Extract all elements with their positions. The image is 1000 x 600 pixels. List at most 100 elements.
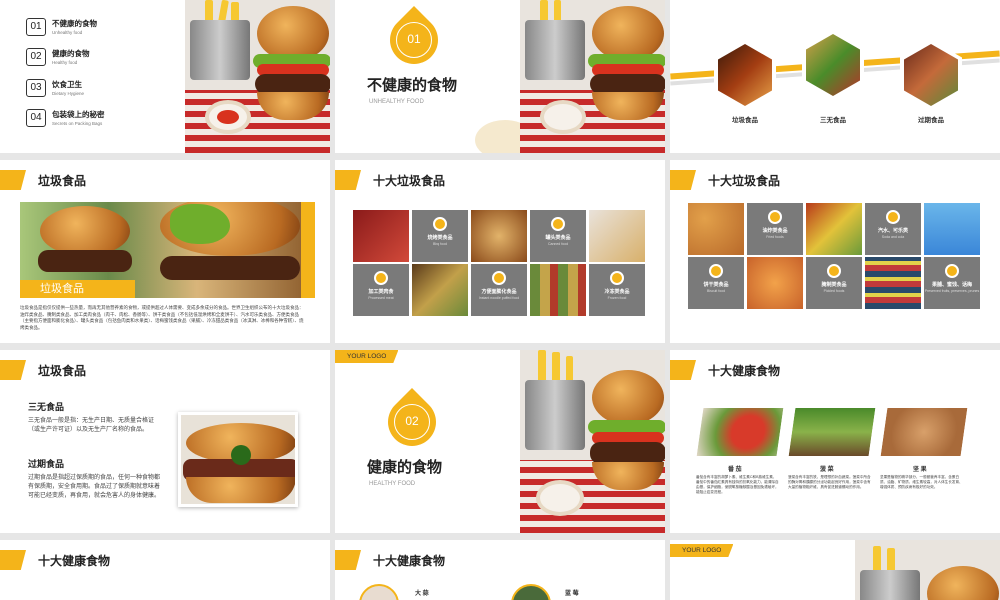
tile-subtitle: Bbq food <box>432 242 447 246</box>
photo-cell <box>924 203 980 255</box>
title-tag <box>0 360 26 380</box>
title-tag <box>670 170 696 190</box>
photo-cell <box>353 210 409 262</box>
slide-5-top-ten-junk[interactable]: 十大垃圾食品 烧烤类食品 Bbq food 罐头类食品 Canned food 加工… <box>335 160 665 343</box>
slide-6-top-ten-junk[interactable]: 十大垃圾食品 油炸类食品 Fried foods 汽水、可乐类 Soda and c… <box>670 160 1000 343</box>
food-desc: 番茄含有丰富的胡萝卜素、维生素C和B族维生素，番茄中的番茄红素具有独特的抗氧化能… <box>696 475 779 494</box>
slide-8-section-healthy[interactable]: YOUR LOGO 02 健康的食物 HEALTHY FOOD <box>335 350 665 533</box>
slide-title: 十大健康食物 <box>38 553 111 568</box>
food-name: 蓝 莓 <box>565 591 579 597</box>
slide-title-row: 十大垃圾食品 <box>335 170 445 190</box>
slide-title-row: 垃圾食品 <box>0 360 86 380</box>
slide-title: 垃圾食品 <box>38 173 87 188</box>
toc-item-2: 02 健康的食物 Healthy food <box>26 48 90 66</box>
tile-biscuit: 饼干类食品 Biscuit food <box>688 257 744 309</box>
tile-title: 冷冻类食品 <box>604 289 630 295</box>
photo-cell <box>865 257 921 309</box>
body-text: 三无食品一般是指：无生产日期、无质量合格证（或生产许可证）以及无生产厂名称的食品… <box>28 418 155 433</box>
toc-title: 不健康的食物 <box>52 19 97 28</box>
photo-cell <box>747 257 803 309</box>
toc-subtitle: Secrets on Packing Bags <box>52 121 103 126</box>
tile-icon <box>709 264 723 278</box>
toc-item-3: 03 饮食卫生 Dietary Hygiene <box>26 79 84 97</box>
slide-12-cover[interactable]: YOUR LOGO <box>670 540 1000 600</box>
tile-canned: 罐头类食品 Canned food <box>530 210 586 262</box>
toc-number: 01 <box>26 18 46 36</box>
tile-title: 腌制类食品 <box>821 282 847 288</box>
photo-blueberry <box>511 584 551 600</box>
subheading: 三无食品 <box>28 402 65 412</box>
slide-10-top-ten-healthy[interactable]: 十大健康食物 <box>0 540 330 600</box>
hex-caption: 垃圾食品 <box>732 117 758 124</box>
tile-icon <box>492 271 506 285</box>
burger-photo <box>520 0 665 153</box>
food-name: 坚 果 <box>913 467 927 473</box>
photo-cell <box>530 264 586 316</box>
tile-subtitle: Pickled foods <box>823 289 845 293</box>
toc-number: 03 <box>26 79 46 97</box>
slide-title: 十大垃圾食品 <box>708 173 781 188</box>
tile-title: 烧烤类食品 <box>427 235 453 241</box>
tile-icon <box>886 210 900 224</box>
toc-item-1: 01 不健康的食物 Unhealthy food <box>26 18 97 36</box>
tile-instant-noodle: 方便面膨化食品 Instant noodle puffed food <box>471 264 527 316</box>
tile-subtitle: Canned food <box>547 242 569 246</box>
toc-number: 02 <box>26 48 46 66</box>
tile-subtitle: Biscuit food <box>706 289 726 293</box>
slide-11-top-ten-healthy[interactable]: 十大健康食物 大 蒜 蓝 莓 <box>335 540 665 600</box>
slide-title: 十大垃圾食品 <box>373 173 446 188</box>
body-text: 垃圾食品是指仅仅提供一些热量，而再无其他营养素的食物，或提供超过人体需要、变成多… <box>20 305 304 330</box>
logo-tag: YOUR LOGO <box>670 544 734 557</box>
photo-cell <box>412 264 468 316</box>
section-title: 健康的食物 <box>367 459 443 476</box>
tile-title: 加工类肉食 <box>368 289 394 295</box>
tile-title: 饼干类食品 <box>703 282 729 288</box>
toc-title: 健康的食物 <box>52 49 90 58</box>
burger-photo <box>178 412 298 507</box>
slide-title: 十大健康食物 <box>708 363 781 378</box>
burger-photo <box>185 0 330 153</box>
slide-7-junk-food-types[interactable]: 垃圾食品 三无食品 三无食品一般是指：无生产日期、无质量合格证（或生产许可证）以… <box>0 350 330 533</box>
toc-number: 04 <box>26 109 46 127</box>
section-number: 01 <box>396 22 432 58</box>
tile-fried: 油炸类食品 Fried foods <box>747 203 803 255</box>
section-subtitle: HEALTHY FOOD <box>369 481 416 487</box>
logo-tag: YOUR LOGO <box>335 350 399 363</box>
toc-item-4: 04 包装袋上的秘密 Secrets on Packing Bags <box>26 109 105 127</box>
tile-icon <box>374 271 388 285</box>
food-name: 菠 菜 <box>820 467 834 473</box>
title-tag <box>335 170 361 190</box>
photo-cell <box>688 203 744 255</box>
tile-processed-meat: 加工类肉食 Processed meat <box>353 264 409 316</box>
tile-soda: 汽水、可乐类 Soda and cola <box>865 203 921 255</box>
food-name: 番 茄 <box>728 467 742 473</box>
tile-subtitle: Frozen food <box>607 296 627 300</box>
tile-icon <box>768 210 782 224</box>
food-desc: 菠菜含有丰富的铁，是理想的补血蔬菜。菠菜中所含的酶对胃和胰腺的分泌功能起良好作用… <box>788 475 871 489</box>
slide-1-contents[interactable]: 01 不健康的食物 Unhealthy food 02 健康的食物 Healthy … <box>0 0 330 153</box>
tile-title: 油炸类食品 <box>762 228 788 234</box>
toc-subtitle: Healthy food <box>52 60 78 65</box>
tile-title: 果脯、蜜饯、话梅 <box>931 282 972 288</box>
slide-4-junk-food[interactable]: 垃圾食品 垃圾食品 垃圾食品是指仅仅提供一些热量，而再无其他营养素的食物，或提供… <box>0 160 330 343</box>
toc-title: 饮食卫生 <box>52 80 82 89</box>
photo-cell <box>589 210 645 262</box>
food-desc: 坚果是植物的精华部分，一般都营养丰富，含蛋白质、油脂、矿物质、维生素较高，对人体… <box>880 475 963 489</box>
tile-icon <box>433 217 447 231</box>
tile-icon <box>945 264 959 278</box>
photo-spinach <box>788 408 876 456</box>
hex-caption: 三无食品 <box>820 117 846 124</box>
tile-title: 汽水、可乐类 <box>877 228 908 234</box>
title-tag <box>335 550 361 570</box>
tile-subtitle: Fried foods <box>766 235 784 239</box>
slide-3-hexagons[interactable]: 垃圾食品 三无食品 过期食品 <box>670 0 1000 153</box>
tile-pickled: 腌制类食品 Pickled foods <box>806 257 862 309</box>
toc-title: 包装袋上的秘密 <box>52 110 105 119</box>
food-name: 大 蒜 <box>415 591 429 597</box>
banner-label: 垃圾食品 <box>20 280 135 298</box>
tile-bbq: 烧烤类食品 Bbq food <box>412 210 468 262</box>
section-title: 不健康的食物 <box>367 77 458 94</box>
slide-9-top-ten-healthy[interactable]: 十大健康食物 番 茄 菠 菜 坚 果 番茄含有丰富的胡萝卜素、维生素C和B族维生… <box>670 350 1000 533</box>
slide-title-row: 十大健康食物 <box>0 550 110 570</box>
slide-2-section-unhealthy[interactable]: 01 不健康的食物 UNHEALTHY FOOD <box>335 0 665 153</box>
